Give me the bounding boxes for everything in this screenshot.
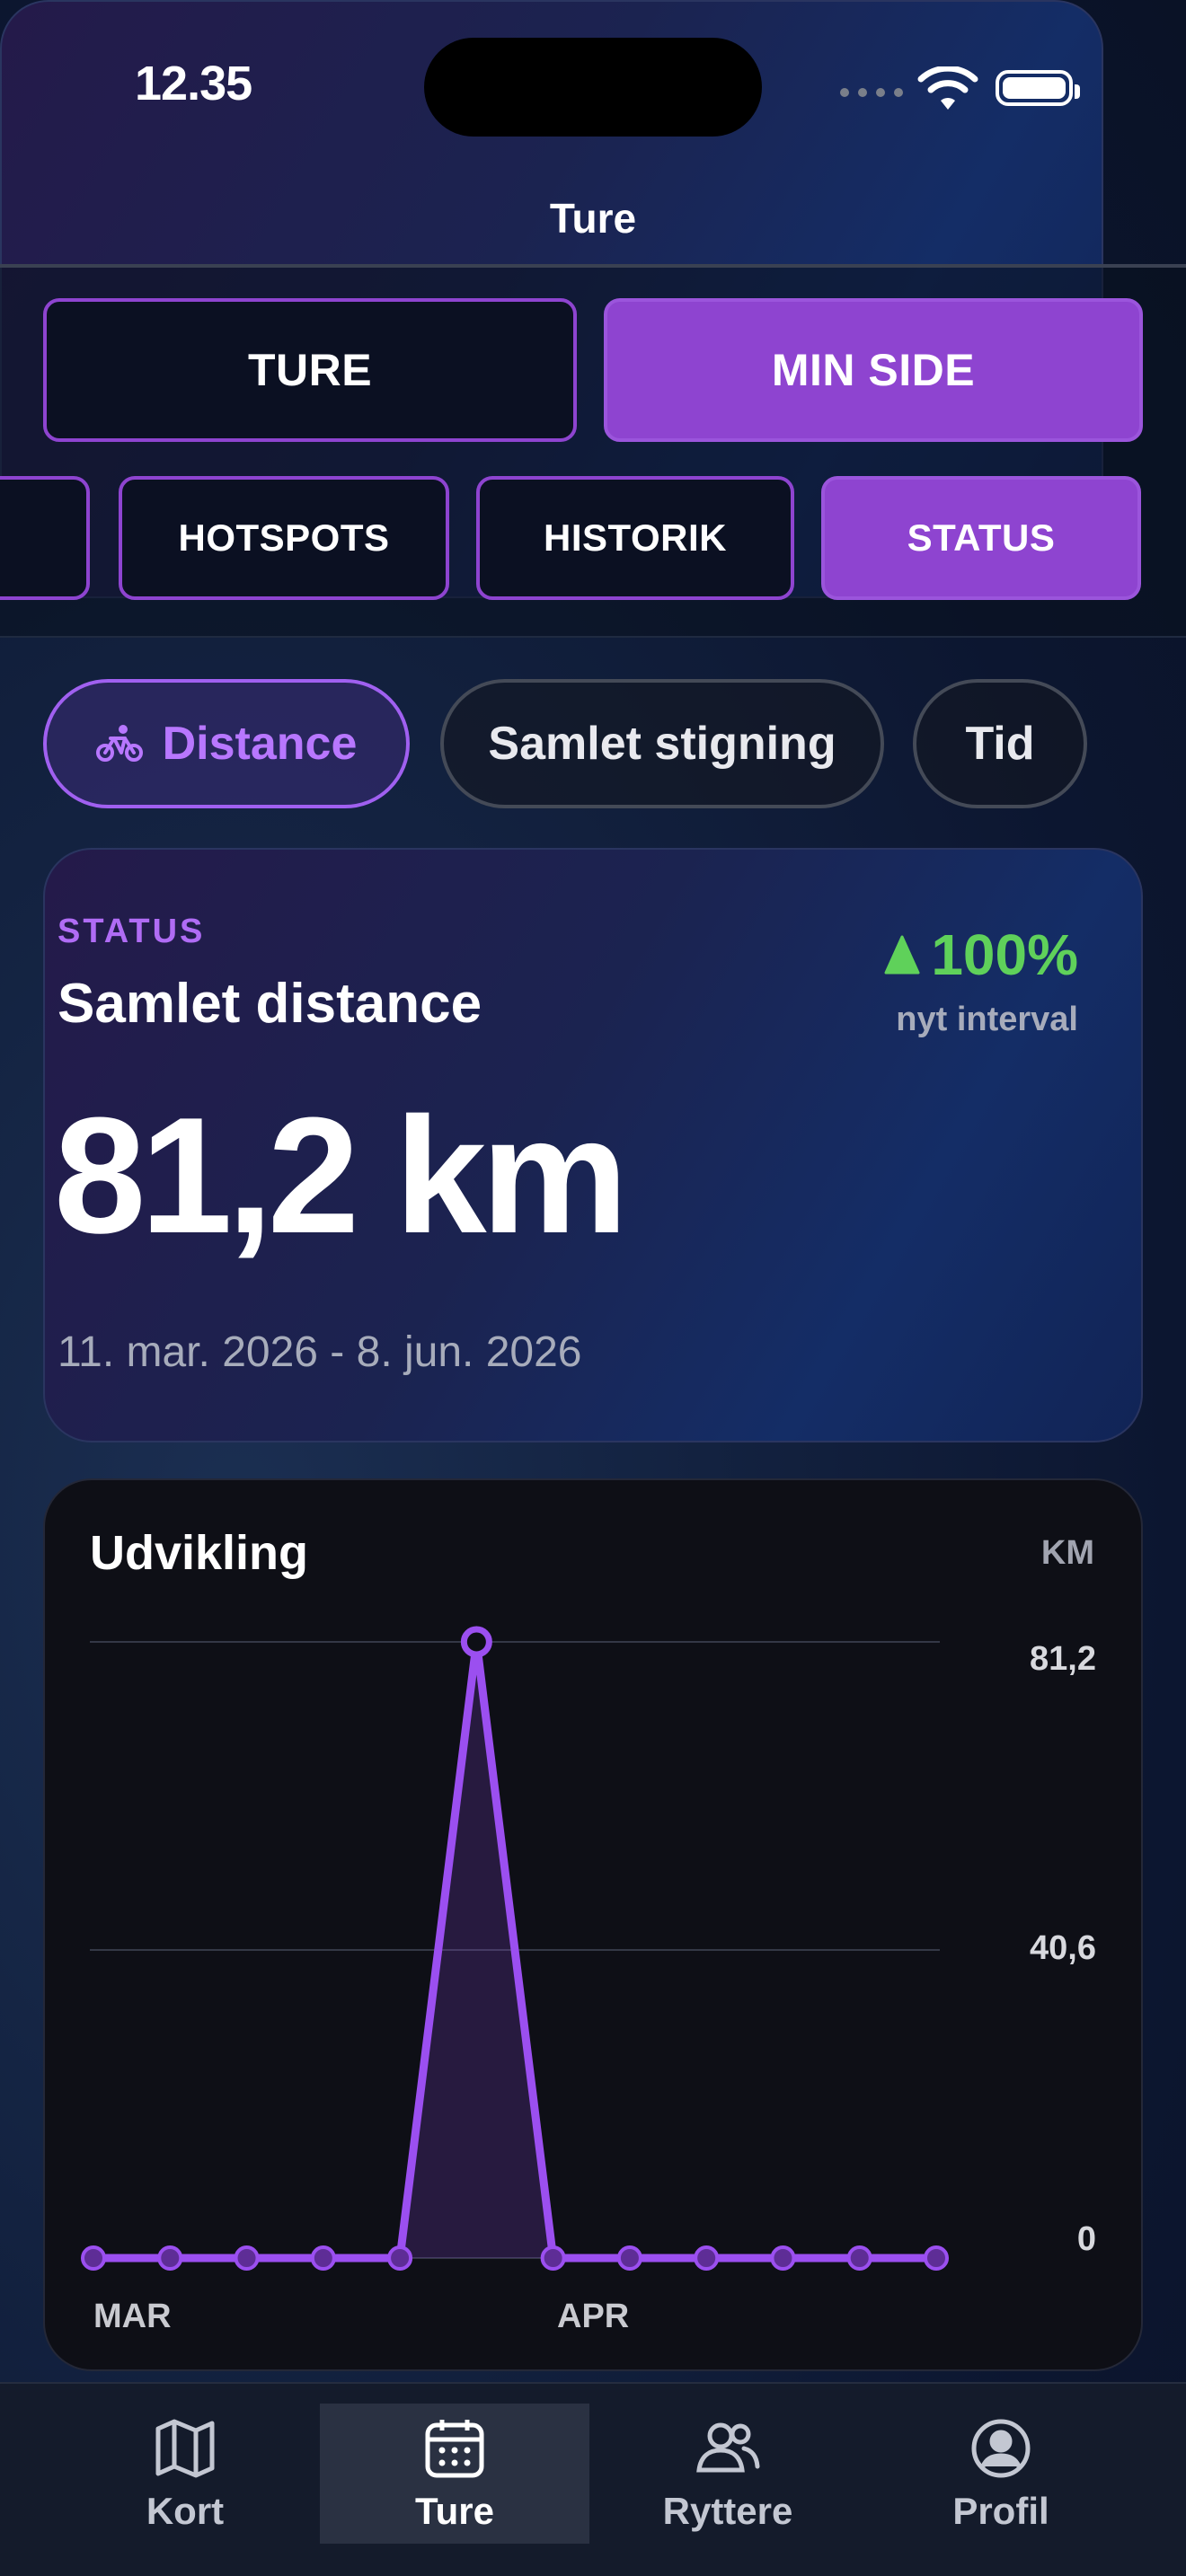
users-icon [696,2422,760,2473]
data-point [694,2245,720,2271]
data-point [157,2245,183,2271]
data-point [616,2245,642,2271]
tab-label: Ture [415,2490,494,2532]
tab-label: Kort [146,2490,225,2532]
data-point-peak [460,1626,492,1658]
tab-label: Ryttere [662,2490,793,2532]
tab-label: Profil [952,2490,1049,2532]
tab-ture[interactable]: Ture [320,2404,589,2544]
data-point [387,2245,413,2271]
tab-profil[interactable]: Profil [866,2404,1136,2544]
data-point [310,2245,336,2271]
map-icon [155,2419,215,2478]
distance-line-chart [81,1626,949,2271]
data-point [846,2245,872,2271]
data-point [770,2245,796,2271]
tab-ryttere[interactable]: Ryttere [593,2404,863,2544]
profile-icon [971,2419,1031,2478]
tab-kort[interactable]: Kort [50,2404,320,2544]
calendar-icon [425,2420,484,2478]
data-point [540,2245,566,2271]
data-point [924,2245,949,2271]
data-point [234,2245,260,2271]
data-point [81,2245,106,2271]
